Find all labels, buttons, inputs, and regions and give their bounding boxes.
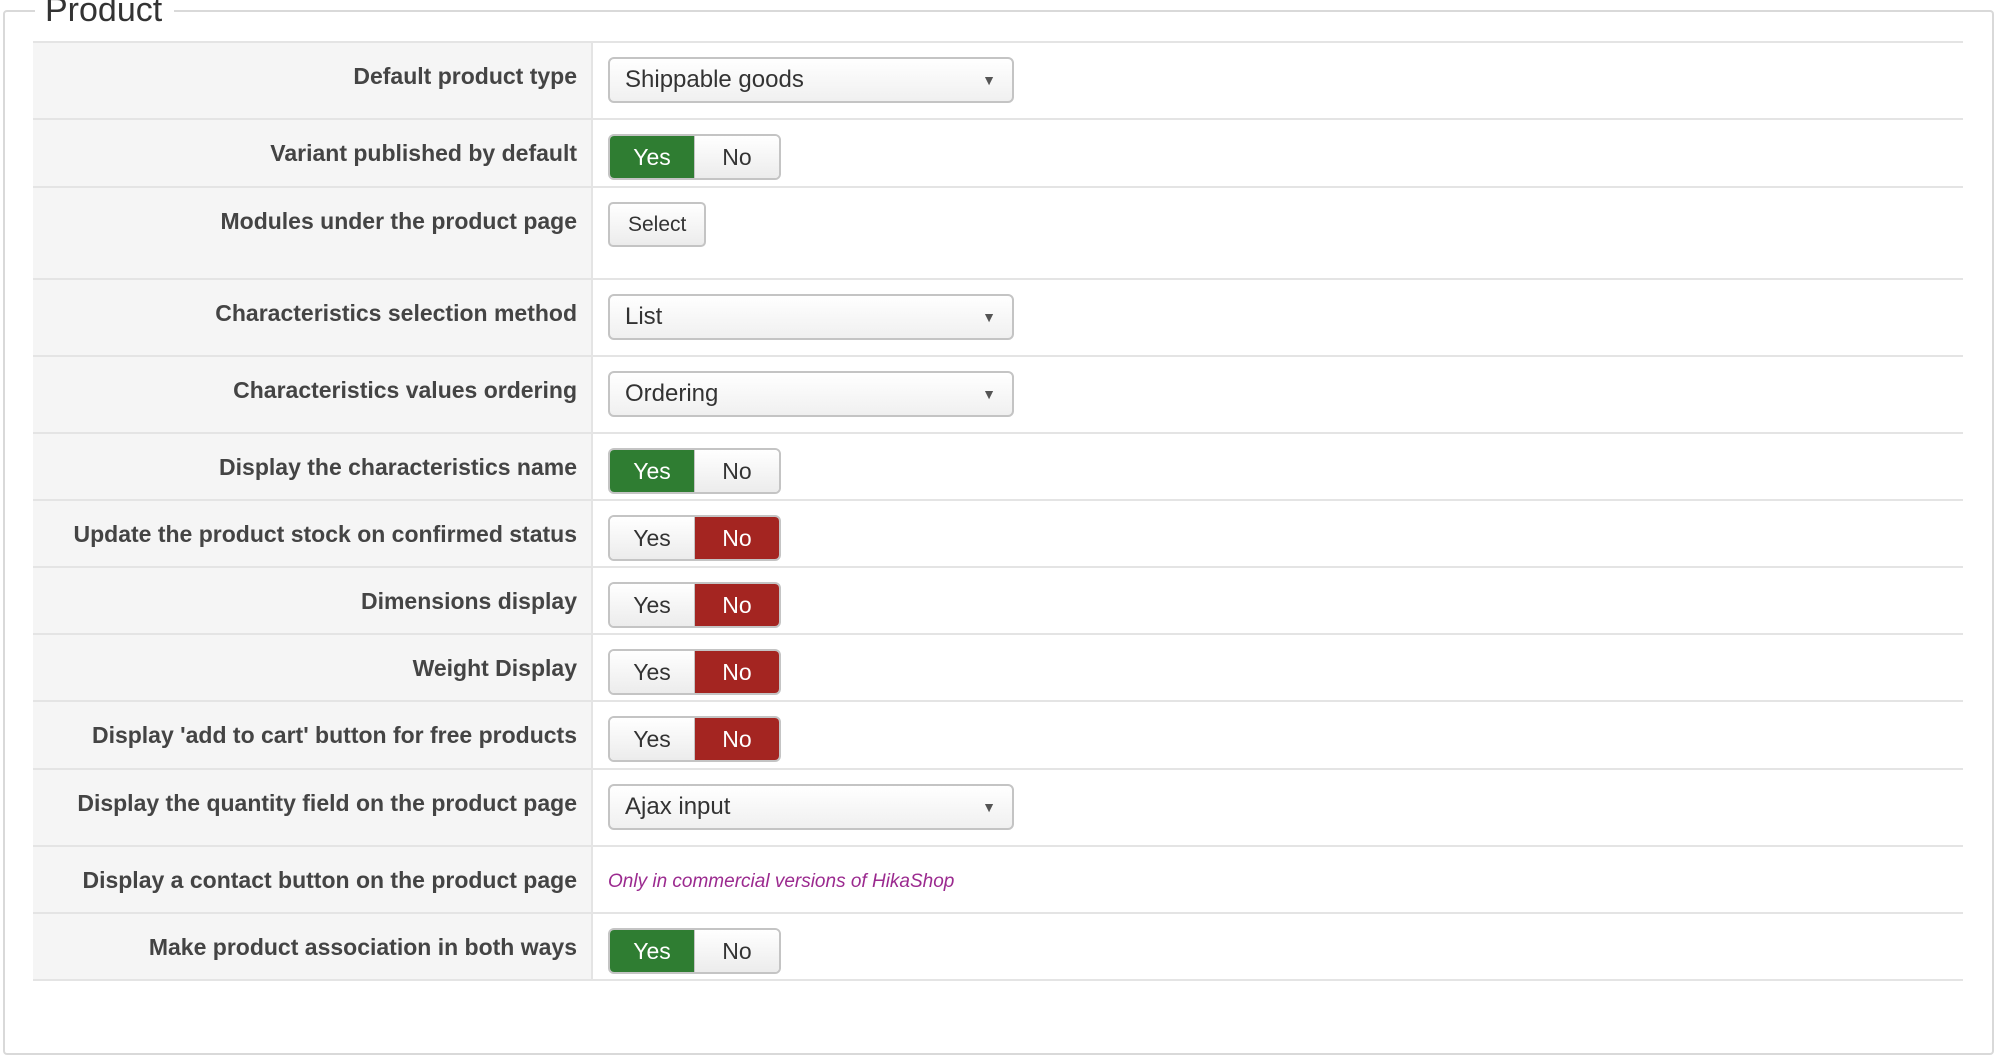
row-value: Yes No [593, 702, 1963, 768]
yes-button[interactable]: Yes [610, 584, 694, 626]
row-label: Default product type [33, 43, 593, 118]
row-label: Display the quantity field on the produc… [33, 770, 593, 845]
yes-button[interactable]: Yes [610, 517, 694, 559]
section-title: Product [35, 0, 175, 30]
product-association-toggle: Yes No [608, 928, 781, 974]
product-config-table: Default product type Shippable goods ▼ V… [33, 41, 1963, 981]
row-value: Select [593, 188, 1963, 278]
variant-published-toggle: Yes No [608, 134, 781, 180]
row-value: Yes No [593, 501, 1963, 566]
config-row-modules-under-product-page: Modules under the product page Select [33, 188, 1963, 280]
config-row-add-to-cart-free-products: Display 'add to cart' button for free pr… [33, 702, 1963, 770]
row-label: Variant published by default [33, 120, 593, 186]
config-row-weight-display: Weight Display Yes No [33, 635, 1963, 702]
config-row-contact-button: Display a contact button on the product … [33, 847, 1963, 914]
row-label: Characteristics values ordering [33, 357, 593, 432]
row-label: Display a contact button on the product … [33, 847, 593, 912]
config-row-display-characteristics-name: Display the characteristics name Yes No [33, 434, 1963, 501]
dimensions-display-toggle: Yes No [608, 582, 781, 628]
yes-button[interactable]: Yes [610, 930, 694, 972]
row-label: Weight Display [33, 635, 593, 700]
dropdown-arrow-icon: ▼ [982, 309, 996, 325]
characteristics-values-ordering-select[interactable]: Ordering ▼ [608, 371, 1014, 417]
row-label: Characteristics selection method [33, 280, 593, 355]
no-button[interactable]: No [694, 584, 779, 626]
row-value: Yes No [593, 434, 1963, 499]
yes-button[interactable]: Yes [610, 450, 694, 492]
characteristics-selection-method-select[interactable]: List ▼ [608, 294, 1014, 340]
yes-button[interactable]: Yes [610, 136, 694, 178]
row-label: Display the characteristics name [33, 434, 593, 499]
quantity-field-select[interactable]: Ajax input ▼ [608, 784, 1014, 830]
row-label: Dimensions display [33, 568, 593, 633]
row-value: Ajax input ▼ [593, 770, 1963, 845]
select-modules-button[interactable]: Select [608, 202, 707, 247]
no-button[interactable]: No [694, 450, 779, 492]
row-label: Update the product stock on confirmed st… [33, 501, 593, 566]
row-value: Ordering ▼ [593, 357, 1963, 432]
row-value: Only in commercial versions of HikaShop [593, 847, 1963, 912]
no-button[interactable]: No [694, 517, 779, 559]
weight-display-toggle: Yes No [608, 649, 781, 695]
row-label: Modules under the product page [33, 188, 593, 278]
select-value: List [625, 303, 663, 330]
config-row-characteristics-selection-method: Characteristics selection method List ▼ [33, 280, 1963, 357]
row-value: Yes No [593, 568, 1963, 633]
no-button[interactable]: No [694, 718, 779, 760]
config-row-quantity-field: Display the quantity field on the produc… [33, 770, 1963, 847]
no-button[interactable]: No [694, 930, 779, 972]
config-row-product-association-both-ways: Make product association in both ways Ye… [33, 914, 1963, 981]
row-value: Yes No [593, 120, 1963, 186]
row-label: Display 'add to cart' button for free pr… [33, 702, 593, 768]
config-row-update-stock-confirmed: Update the product stock on confirmed st… [33, 501, 1963, 568]
row-label: Make product association in both ways [33, 914, 593, 979]
select-value: Shippable goods [625, 66, 804, 93]
row-value: Yes No [593, 914, 1963, 979]
select-value: Ordering [625, 380, 719, 407]
add-to-cart-free-toggle: Yes No [608, 716, 781, 762]
dropdown-arrow-icon: ▼ [982, 799, 996, 815]
default-product-type-select[interactable]: Shippable goods ▼ [608, 57, 1014, 103]
yes-button[interactable]: Yes [610, 718, 694, 760]
select-value: Ajax input [625, 793, 731, 820]
row-value: Shippable goods ▼ [593, 43, 1963, 118]
config-row-variant-published: Variant published by default Yes No [33, 120, 1963, 188]
config-row-dimensions-display: Dimensions display Yes No [33, 568, 1963, 635]
no-button[interactable]: No [694, 651, 779, 693]
row-value: Yes No [593, 635, 1963, 700]
row-value: List ▼ [593, 280, 1963, 355]
display-characteristics-name-toggle: Yes No [608, 448, 781, 494]
config-row-default-product-type: Default product type Shippable goods ▼ [33, 43, 1963, 120]
commercial-version-note: Only in commercial versions of HikaShop [608, 871, 955, 892]
dropdown-arrow-icon: ▼ [982, 386, 996, 402]
no-button[interactable]: No [694, 136, 779, 178]
config-row-characteristics-values-ordering: Characteristics values ordering Ordering… [33, 357, 1963, 434]
yes-button[interactable]: Yes [610, 651, 694, 693]
dropdown-arrow-icon: ▼ [982, 72, 996, 88]
update-stock-toggle: Yes No [608, 515, 781, 561]
